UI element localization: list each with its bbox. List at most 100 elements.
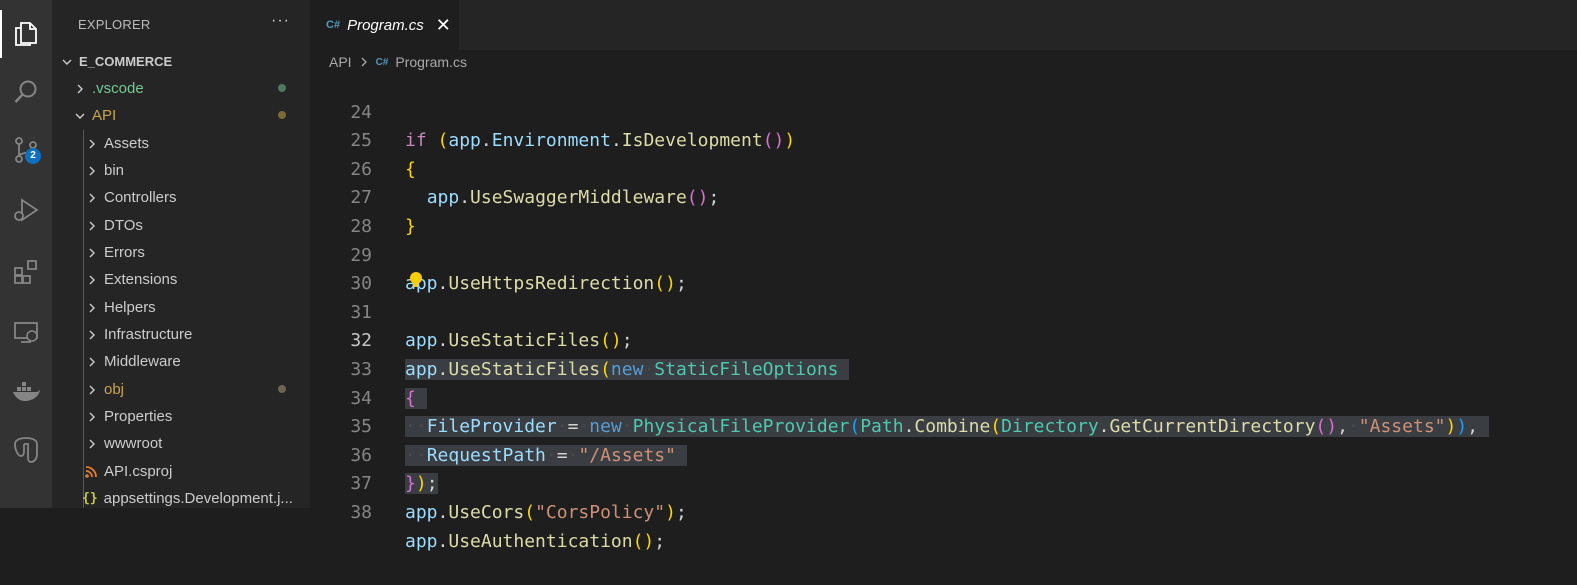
tree-item-errors[interactable]: Errors	[52, 239, 310, 266]
tree-item-label: Assets	[104, 135, 150, 152]
json-file-icon: {}	[82, 491, 98, 506]
close-icon[interactable]: ✕	[436, 15, 451, 36]
code-line: 36 });	[310, 413, 1577, 495]
code-text: app.UseCors("CorsPolicy");	[405, 501, 687, 523]
more-actions-icon[interactable]: ···	[271, 12, 290, 30]
tree-item-label: obj	[104, 381, 125, 398]
tree-item-assets[interactable]: Assets	[52, 130, 310, 157]
csharp-file-icon: C#	[326, 19, 341, 31]
breadcrumb-folder[interactable]: API	[329, 54, 352, 70]
tree-item-appsettings[interactable]: {} appsettings.Development.j...	[52, 485, 310, 508]
activity-bar: 2	[0, 0, 52, 508]
run-debug-icon	[14, 198, 39, 222]
breadcrumb-file[interactable]: Program.cs	[395, 54, 467, 70]
tree-item-api-csproj[interactable]: API.csproj	[52, 458, 310, 485]
tree-item-label: Infrastructure	[104, 326, 193, 343]
tab-program-cs[interactable]: C# Program.cs ✕	[310, 0, 459, 50]
tree-item-label: API.csproj	[104, 463, 173, 480]
explorer-button[interactable]	[0, 10, 52, 58]
code-line: 28	[310, 184, 1577, 237]
source-control-badge: 2	[25, 148, 41, 164]
tree-item-label: Errors	[104, 244, 145, 261]
chevron-right-icon	[89, 275, 95, 284]
code-line: 34 ··FileProvider·=·new·PhysicalFileProv…	[310, 356, 1577, 438]
tree-item-label: appsettings.Development.j...	[103, 490, 293, 507]
search-button[interactable]	[0, 68, 52, 116]
tree-item-label: API	[92, 107, 117, 124]
tree-item-label: Helpers	[104, 299, 156, 316]
tree-item-dtos[interactable]: DTOs	[52, 212, 310, 239]
code-line-current: 32 app.UseStaticFiles(new·StaticFileOpti…	[310, 299, 1577, 380]
tree-item-infrastructure[interactable]: Infrastructure	[52, 321, 310, 348]
workspace-root[interactable]: E_COMMERCE	[52, 48, 310, 75]
chevron-right-icon	[89, 166, 95, 175]
tree-item-properties[interactable]: Properties	[52, 403, 310, 430]
tree-item-bin[interactable]: bin	[52, 157, 310, 184]
code-line: 24 if (app.Environment.IsDevelopment())	[310, 70, 1577, 152]
code-line: 27 }	[310, 156, 1577, 237]
chevron-right-icon	[89, 385, 95, 394]
editor-tab-bar: C# Program.cs ✕	[310, 0, 1577, 50]
chevron-right-icon	[89, 139, 95, 148]
tree-item-label: Middleware	[104, 353, 181, 370]
tree-item-obj[interactable]: obj	[52, 376, 310, 403]
tree-item-wwwroot[interactable]: wwwroot	[52, 430, 310, 457]
csharp-file-icon: C#	[375, 56, 389, 68]
code-line: 37 app.UseCors("CorsPolicy");	[310, 442, 1577, 523]
code-line: 35 ··RequestPath·=·"/Assets"	[310, 385, 1577, 466]
chevron-right-icon	[89, 330, 95, 339]
run-debug-button[interactable]	[0, 186, 52, 234]
tree-item-controllers[interactable]: Controllers	[52, 184, 310, 211]
chevron-right-icon	[89, 193, 95, 202]
chevron-right-icon	[77, 84, 83, 93]
tree-item-label: Properties	[104, 408, 173, 425]
remote-explorer-icon	[14, 322, 38, 343]
chevron-right-icon	[89, 303, 95, 312]
git-status-dot	[278, 385, 286, 393]
git-status-dot	[278, 111, 286, 119]
code-line: 29 app.UseHttpsRedirection();	[310, 213, 1577, 295]
explorer-title: EXPLORER	[78, 17, 151, 32]
explorer-sidebar: EXPLORER ··· E_COMMERCE .vscode API Asse…	[52, 0, 310, 508]
tree-item-label: wwwroot	[104, 435, 163, 452]
tree-item-label: DTOs	[104, 217, 143, 234]
tree-item-label: .vscode	[92, 80, 144, 97]
tab-label: Program.cs	[347, 16, 424, 34]
code-line: 25 {	[310, 99, 1577, 180]
chevron-right-icon	[89, 439, 95, 448]
tree-item-middleware[interactable]: Middleware	[52, 348, 310, 375]
search-icon	[14, 80, 37, 103]
code-editor[interactable]: 24 if (app.Environment.IsDevelopment()) …	[310, 74, 1577, 552]
tree-item-helpers[interactable]: Helpers	[52, 294, 310, 321]
code-line: 38 app.UseAuthentication();	[310, 470, 1577, 552]
extensions-icon	[14, 260, 37, 284]
line-number: 38	[350, 501, 372, 523]
code-line: 26 app.UseSwaggerMiddleware();	[310, 127, 1577, 209]
tree-item-label: Controllers	[104, 189, 177, 206]
database-button[interactable]	[0, 426, 52, 474]
source-control-button[interactable]: 2	[0, 126, 52, 174]
code-text: app.UseAuthentication();	[405, 530, 666, 552]
workspace-root-label: E_COMMERCE	[79, 54, 173, 69]
git-status-dot	[278, 84, 286, 92]
files-icon	[15, 22, 37, 46]
chevron-right-icon	[89, 221, 95, 230]
rss-file-icon	[85, 465, 97, 478]
chevron-down-icon	[62, 59, 72, 65]
tree-item-label: bin	[104, 162, 125, 179]
code-line: 30	[310, 242, 1577, 294]
lightbulb-icon[interactable]	[410, 272, 422, 287]
docker-button[interactable]	[0, 368, 52, 416]
extensions-button[interactable]	[0, 248, 52, 296]
docker-icon	[13, 382, 40, 401]
remote-explorer-button[interactable]	[0, 308, 52, 356]
tree-item-label: Extensions	[104, 271, 178, 288]
chevron-right-icon	[361, 57, 367, 67]
tree-item-api[interactable]: API	[52, 102, 310, 129]
tree-item-extensions[interactable]: Extensions	[52, 266, 310, 293]
chevron-right-icon	[89, 357, 95, 366]
code-line: 33 {	[310, 327, 1577, 409]
tree-item-vscode[interactable]: .vscode	[52, 75, 310, 102]
chevron-right-icon	[89, 412, 95, 421]
code-line: 31 app.UseStaticFiles();	[310, 270, 1577, 352]
